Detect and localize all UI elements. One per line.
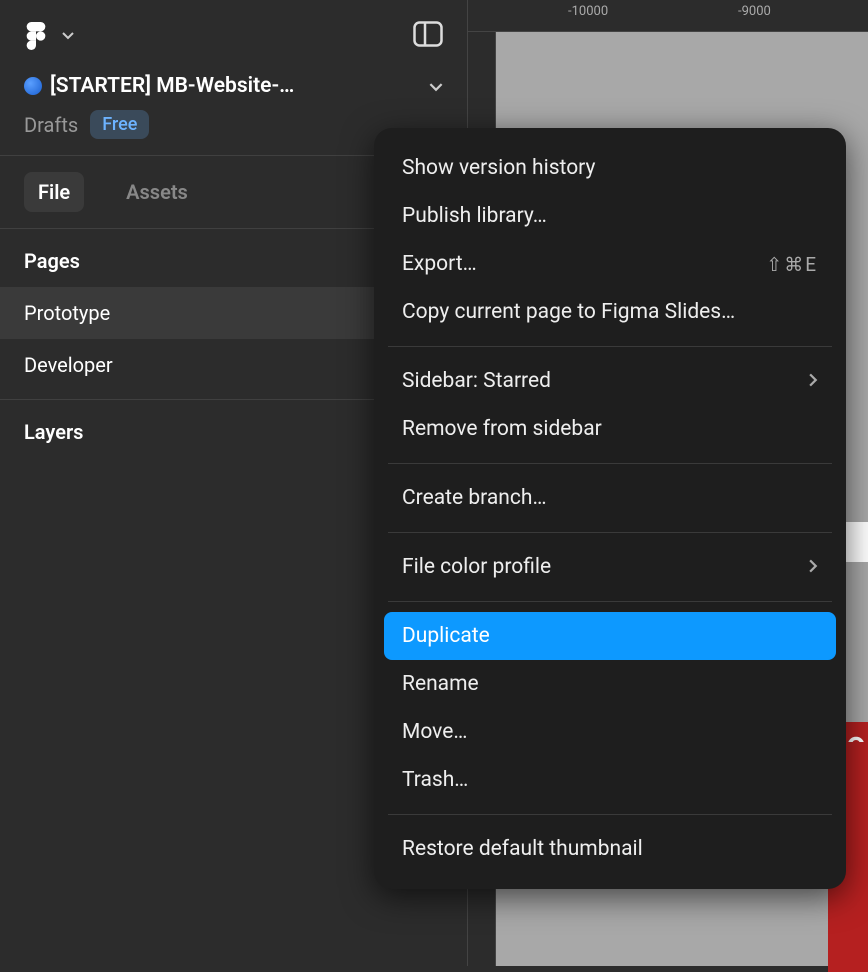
- ruler-tick: -10000: [568, 4, 608, 19]
- menu-item-label: Trash…: [402, 768, 468, 792]
- menu-item-publish-library[interactable]: Publish library…: [384, 192, 836, 240]
- ruler-tick: -9000: [738, 4, 771, 19]
- tab-assets[interactable]: Assets: [112, 172, 202, 212]
- menu-item-label: Rename: [402, 672, 479, 696]
- menu-item-label: Publish library…: [402, 204, 547, 228]
- menu-item-label: Sidebar: Starred: [402, 369, 551, 393]
- menu-item-label: Create branch…: [402, 486, 547, 510]
- menu-item-sidebar-starred[interactable]: Sidebar: Starred: [384, 357, 836, 405]
- menu-divider: [388, 463, 832, 464]
- menu-item-label: Copy current page to Figma Slides…: [402, 300, 735, 324]
- menu-item-export[interactable]: Export… ⇧⌘E: [384, 240, 836, 288]
- menu-divider: [388, 346, 832, 347]
- file-location-label[interactable]: Drafts: [24, 113, 78, 137]
- menu-item-restore-thumbnail[interactable]: Restore default thumbnail: [384, 825, 836, 873]
- menu-item-move[interactable]: Move…: [384, 708, 836, 756]
- menu-item-duplicate[interactable]: Duplicate: [384, 612, 836, 660]
- figma-menu-button[interactable]: [24, 22, 74, 50]
- menu-item-rename[interactable]: Rename: [384, 660, 836, 708]
- menu-item-label: File color profile: [402, 555, 551, 579]
- menu-item-label: Show version history: [402, 156, 595, 180]
- file-status-icon: [24, 77, 42, 95]
- menu-item-trash[interactable]: Trash…: [384, 756, 836, 804]
- menu-divider: [388, 532, 832, 533]
- menu-item-color-profile[interactable]: File color profile: [384, 543, 836, 591]
- plan-badge[interactable]: Free: [90, 110, 149, 139]
- menu-item-label: Move…: [402, 720, 467, 744]
- panel-icon: [413, 21, 443, 47]
- menu-divider: [388, 601, 832, 602]
- chevron-right-icon: [809, 555, 818, 579]
- file-name-label: [STARTER] MB-Website-…: [50, 74, 294, 98]
- chevron-down-icon: [62, 32, 74, 40]
- file-menu-chevron[interactable]: [429, 77, 443, 96]
- menu-item-label: Remove from sidebar: [402, 417, 602, 441]
- file-name-button[interactable]: [STARTER] MB-Website-…: [24, 74, 409, 98]
- ruler-horizontal: -10000 -9000: [468, 0, 868, 32]
- menu-divider: [388, 814, 832, 815]
- tab-file[interactable]: File: [24, 172, 84, 212]
- chevron-right-icon: [809, 369, 818, 393]
- menu-item-label: Export…: [402, 252, 477, 276]
- menu-item-label: Duplicate: [402, 624, 490, 648]
- menu-item-create-branch[interactable]: Create branch…: [384, 474, 836, 522]
- menu-item-copy-to-slides[interactable]: Copy current page to Figma Slides…: [384, 288, 836, 336]
- chevron-down-icon: [429, 83, 443, 92]
- menu-item-version-history[interactable]: Show version history: [384, 144, 836, 192]
- menu-item-remove-sidebar[interactable]: Remove from sidebar: [384, 405, 836, 453]
- figma-icon: [24, 22, 48, 50]
- file-context-menu: Show version history Publish library… Ex…: [374, 128, 846, 889]
- panel-toggle-button[interactable]: [413, 21, 443, 51]
- file-header: [STARTER] MB-Website-…: [0, 60, 467, 104]
- menu-item-label: Restore default thumbnail: [402, 837, 643, 861]
- top-bar: [0, 0, 467, 60]
- menu-shortcut: ⇧⌘E: [766, 253, 818, 276]
